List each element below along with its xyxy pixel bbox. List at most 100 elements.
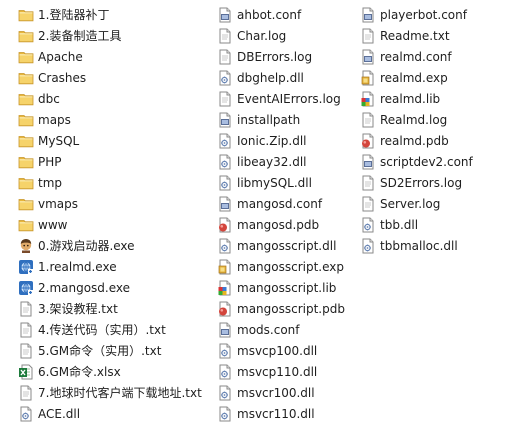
conf-file-icon [217, 7, 233, 23]
file-item[interactable]: 3.架设教程.txt [18, 298, 202, 319]
file-item[interactable]: 0.游戏启动器.exe [18, 235, 202, 256]
file-name: mangosscript.lib [237, 280, 337, 295]
file-item[interactable]: 5.GM命令（实用）.txt [18, 340, 202, 361]
file-item[interactable]: DBErrors.log [217, 46, 345, 67]
file-item[interactable]: msvcr100.dll [217, 382, 345, 403]
file-name: msvcr100.dll [237, 385, 315, 400]
file-item[interactable]: msvcr110.dll [217, 403, 345, 424]
file-item[interactable]: maps [18, 109, 202, 130]
file-item[interactable]: www [18, 214, 202, 235]
file-item[interactable]: msvcp100.dll [217, 340, 345, 361]
file-item[interactable]: 4.传送代码（实用）.txt [18, 319, 202, 340]
file-item[interactable]: MySQL [18, 130, 202, 151]
file-item[interactable]: 6.GM命令.xlsx [18, 361, 202, 382]
dll-file-icon [360, 238, 376, 254]
file-name: maps [38, 112, 71, 127]
folder-icon [18, 49, 34, 65]
file-name: MySQL [38, 133, 80, 148]
file-item[interactable]: realmd.conf [360, 46, 473, 67]
file-item[interactable]: libeay32.dll [217, 151, 345, 172]
dll-file-icon [217, 238, 233, 254]
text-file-icon [360, 196, 376, 212]
file-name: realmd.exp [380, 70, 448, 85]
dll-file-icon [18, 406, 34, 422]
file-name: tbb.dll [380, 217, 419, 232]
file-column-2: ahbot.conf Char.log DBErrors.log dbghelp.dl… [217, 4, 345, 424]
file-item[interactable]: Server.log [360, 193, 473, 214]
dll-file-icon [217, 133, 233, 149]
file-item[interactable]: scriptdev2.conf [360, 151, 473, 172]
dll-file-icon [217, 343, 233, 359]
file-item[interactable]: Ionic.Zip.dll [217, 130, 345, 151]
file-item[interactable]: ACE.dll [18, 403, 202, 424]
file-item[interactable]: mangosd.pdb [217, 214, 345, 235]
file-item[interactable]: 1.登陆器补丁 [18, 4, 202, 25]
file-name: realmd.conf [380, 49, 452, 64]
file-item[interactable]: Crashes [18, 67, 202, 88]
folder-icon [18, 196, 34, 212]
text-file-icon [360, 175, 376, 191]
conf-file-icon [217, 112, 233, 128]
file-item[interactable]: 7.地球时代客户端下载地址.txt [18, 382, 202, 403]
exp-file-icon [360, 70, 376, 86]
file-item[interactable]: libmySQL.dll [217, 172, 345, 193]
file-item[interactable]: playerbot.conf [360, 4, 473, 25]
file-name: Realmd.log [380, 112, 448, 127]
file-name: tmp [38, 175, 63, 190]
file-item[interactable]: mangosscript.dll [217, 235, 345, 256]
file-item[interactable]: 1.realmd.exe [18, 256, 202, 277]
conf-file-icon [360, 154, 376, 170]
file-item[interactable]: tmp [18, 172, 202, 193]
file-item[interactable]: Realmd.log [360, 109, 473, 130]
file-name: msvcp100.dll [237, 343, 318, 358]
file-item[interactable]: realmd.exp [360, 67, 473, 88]
file-item[interactable]: installpath [217, 109, 345, 130]
file-name: 0.游戏启动器.exe [38, 238, 135, 253]
exp-file-icon [217, 259, 233, 275]
file-name: installpath [237, 112, 301, 127]
file-item[interactable]: PHP [18, 151, 202, 172]
conf-file-icon [217, 322, 233, 338]
conf-file-icon [217, 196, 233, 212]
folder-icon [18, 154, 34, 170]
file-item[interactable]: dbghelp.dll [217, 67, 345, 88]
file-item[interactable]: mangosscript.pdb [217, 298, 345, 319]
folder-icon [18, 91, 34, 107]
file-name: 1.realmd.exe [38, 259, 117, 274]
file-item[interactable]: msvcp110.dll [217, 361, 345, 382]
file-name: tbbmalloc.dll [380, 238, 458, 253]
file-name: Char.log [237, 28, 287, 43]
file-item[interactable]: tbbmalloc.dll [360, 235, 473, 256]
file-item[interactable]: Char.log [217, 25, 345, 46]
file-item[interactable]: mods.conf [217, 319, 345, 340]
file-item[interactable]: EventAIErrors.log [217, 88, 345, 109]
file-name: dbc [38, 91, 60, 106]
file-item[interactable]: mangosscript.lib [217, 277, 345, 298]
dll-file-icon [217, 154, 233, 170]
file-name: PHP [38, 154, 62, 169]
file-name: libeay32.dll [237, 154, 307, 169]
file-item[interactable]: vmaps [18, 193, 202, 214]
file-name: libmySQL.dll [237, 175, 312, 190]
dll-file-icon [217, 364, 233, 380]
dll-file-icon [217, 385, 233, 401]
file-item[interactable]: SD2Errors.log [360, 172, 473, 193]
file-item[interactable]: dbc [18, 88, 202, 109]
launcher-exe-icon [18, 238, 34, 254]
file-item[interactable]: 2.装备制造工具 [18, 25, 202, 46]
file-name: dbghelp.dll [237, 70, 304, 85]
folder-icon [18, 7, 34, 23]
file-name: mangosd.conf [237, 196, 323, 211]
file-item[interactable]: realmd.lib [360, 88, 473, 109]
text-file-icon [18, 343, 34, 359]
file-item[interactable]: Readme.txt [360, 25, 473, 46]
file-item[interactable]: 2.mangosd.exe [18, 277, 202, 298]
text-file-icon [18, 301, 34, 317]
file-item[interactable]: tbb.dll [360, 214, 473, 235]
file-item[interactable]: Apache [18, 46, 202, 67]
file-item[interactable]: realmd.pdb [360, 130, 473, 151]
file-item[interactable]: mangosd.conf [217, 193, 345, 214]
file-name: realmd.pdb [380, 133, 449, 148]
file-item[interactable]: mangosscript.exp [217, 256, 345, 277]
file-item[interactable]: ahbot.conf [217, 4, 345, 25]
